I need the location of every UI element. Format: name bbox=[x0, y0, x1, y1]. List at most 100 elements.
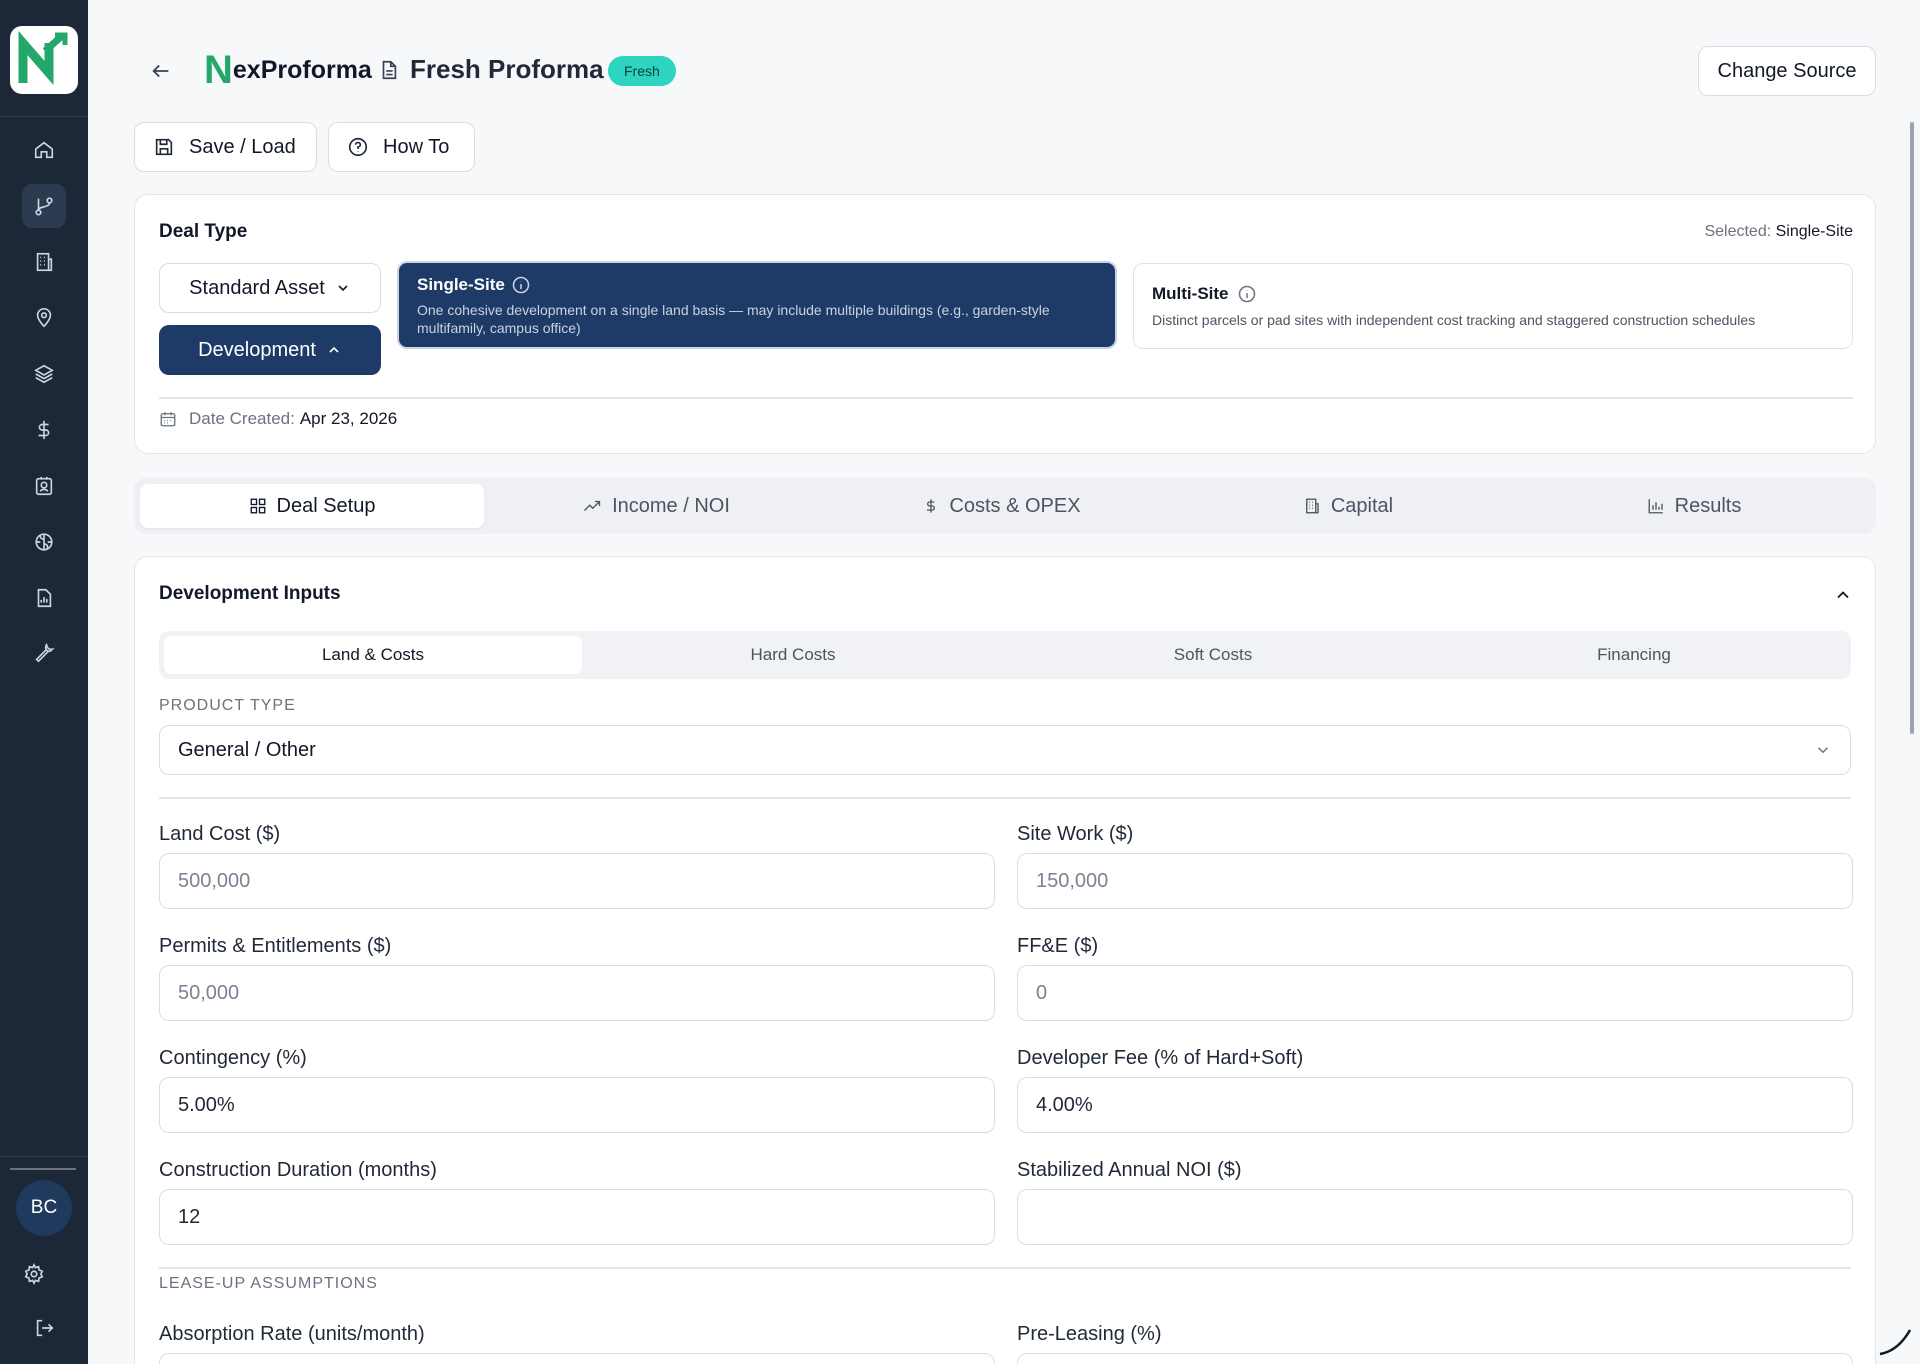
chevron-down-icon bbox=[338, 285, 348, 292]
product-type-label: PRODUCT TYPE bbox=[159, 697, 296, 714]
save-icon bbox=[155, 138, 173, 156]
bar-chart-icon bbox=[1648, 499, 1663, 514]
doc-title-text: Fresh Proforma bbox=[410, 54, 604, 84]
brain-icon[interactable] bbox=[22, 520, 66, 564]
trending-up-icon bbox=[584, 500, 601, 511]
scrollbar[interactable] bbox=[1910, 122, 1914, 734]
selected-indicator: Selected: Single-Site bbox=[1704, 223, 1853, 241]
deal-type-card: Deal Type Selected: Single-Site Standard… bbox=[134, 194, 1876, 454]
asset-type-dropdown[interactable]: Standard Asset bbox=[159, 263, 381, 313]
sidebar: BC bbox=[0, 0, 88, 1364]
multi-site-option[interactable]: Multi-Site Distinct parcels or pad sites… bbox=[1133, 263, 1853, 349]
avatar[interactable]: BC bbox=[16, 1180, 72, 1236]
single-site-option[interactable]: Single-Site One cohesive development on … bbox=[397, 261, 1117, 349]
date-created: Date Created: Apr 23, 2026 bbox=[159, 409, 397, 429]
arrow-left-icon bbox=[152, 64, 169, 78]
development-dropdown[interactable]: Development bbox=[159, 325, 381, 375]
git-branch-icon[interactable] bbox=[22, 184, 66, 228]
tab-label: Deal Setup bbox=[276, 494, 376, 517]
development-subtabs: Land & Costs Hard Costs Soft Costs Finan… bbox=[159, 631, 1851, 679]
subtab-hard-costs[interactable]: Hard Costs bbox=[584, 636, 1002, 674]
logo-icon bbox=[18, 31, 68, 86]
asset-type-label: Standard Asset bbox=[189, 276, 325, 299]
calendar-icon bbox=[160, 412, 176, 427]
help-circle-icon bbox=[348, 137, 368, 157]
tab-capital[interactable]: Capital bbox=[1176, 484, 1520, 528]
site-work-input[interactable]: 150,000 bbox=[1017, 853, 1853, 909]
building-icon bbox=[1305, 498, 1319, 514]
badge-icon[interactable] bbox=[22, 464, 66, 508]
change-source-button[interactable]: Change Source bbox=[1698, 46, 1876, 96]
development-label: Development bbox=[198, 338, 316, 361]
lease-up-label: LEASE-UP ASSUMPTIONS bbox=[159, 1275, 378, 1292]
gear-icon[interactable] bbox=[12, 1252, 56, 1296]
deal-type-title: Deal Type bbox=[159, 221, 248, 242]
document-title: Fresh Proforma bbox=[378, 54, 604, 85]
logout-icon[interactable] bbox=[22, 1306, 66, 1350]
subtab-land-costs[interactable]: Land & Costs bbox=[164, 636, 582, 674]
ffe-input[interactable]: 0 bbox=[1017, 965, 1853, 1021]
save-load-button[interactable]: Save / Load bbox=[134, 122, 317, 172]
file-icon bbox=[382, 60, 397, 79]
report-icon[interactable] bbox=[22, 576, 66, 620]
permits-input[interactable]: 50,000 bbox=[159, 965, 995, 1021]
product-type-value: General / Other bbox=[178, 738, 316, 761]
single-site-title: Single-Site bbox=[417, 275, 505, 294]
app-logo[interactable] bbox=[10, 26, 78, 94]
tab-results[interactable]: Results bbox=[1522, 484, 1866, 528]
building-icon[interactable] bbox=[22, 240, 66, 284]
developer-fee-label: Developer Fee (% of Hard+Soft) bbox=[1017, 1047, 1304, 1069]
tab-label: Results bbox=[1674, 494, 1742, 517]
construction-duration-label: Construction Duration (months) bbox=[159, 1159, 437, 1181]
info-icon[interactable] bbox=[1237, 284, 1257, 304]
single-site-description: One cohesive development on a single lan… bbox=[417, 302, 1050, 336]
stabilized-noi-input[interactable] bbox=[1017, 1189, 1853, 1245]
contingency-label: Contingency (%) bbox=[159, 1047, 307, 1069]
layers-icon[interactable] bbox=[22, 352, 66, 396]
date-label: Date Created: bbox=[189, 409, 295, 428]
selected-value: Single-Site bbox=[1775, 223, 1853, 240]
pre-leasing-input[interactable] bbox=[1017, 1353, 1853, 1364]
development-inputs-card: Development Inputs Land & Costs Hard Cos… bbox=[134, 556, 1876, 1364]
absorption-rate-input[interactable] bbox=[159, 1353, 995, 1364]
permits-label: Permits & Entitlements ($) bbox=[159, 935, 392, 957]
brand-n: N bbox=[204, 48, 233, 92]
brand-logo: N exProforma bbox=[204, 50, 372, 90]
wrench-icon[interactable] bbox=[22, 630, 66, 674]
developer-fee-input[interactable]: 4.00% bbox=[1017, 1077, 1853, 1133]
tab-label: Capital bbox=[1330, 494, 1394, 517]
tab-deal-setup[interactable]: Deal Setup bbox=[140, 484, 484, 528]
tab-income-noi[interactable]: Income / NOI bbox=[484, 484, 828, 528]
tab-label: Costs & OPEX bbox=[949, 494, 1081, 517]
back-button[interactable] bbox=[146, 56, 176, 86]
dollar-icon[interactable] bbox=[22, 408, 66, 452]
save-load-label: Save / Load bbox=[189, 135, 296, 158]
chevron-down-icon bbox=[1817, 747, 1829, 754]
date-value: Apr 23, 2026 bbox=[299, 409, 398, 428]
change-source-label: Change Source bbox=[1717, 59, 1857, 82]
selected-label: Selected: bbox=[1704, 223, 1772, 240]
site-work-label: Site Work ($) bbox=[1017, 823, 1134, 845]
ffe-label: FF&E ($) bbox=[1017, 935, 1099, 957]
construction-duration-input[interactable]: 12 bbox=[159, 1189, 995, 1245]
info-icon[interactable] bbox=[511, 275, 531, 295]
product-type-select[interactable]: General / Other bbox=[159, 725, 1851, 775]
contingency-input[interactable]: 5.00% bbox=[159, 1077, 995, 1133]
map-pin-icon[interactable] bbox=[22, 296, 66, 340]
how-to-label: How To bbox=[383, 135, 450, 158]
subtab-soft-costs[interactable]: Soft Costs bbox=[1004, 636, 1422, 674]
home-icon[interactable] bbox=[22, 128, 66, 172]
brand-name: exProforma bbox=[232, 55, 372, 84]
pre-leasing-label: Pre-Leasing (%) bbox=[1017, 1323, 1162, 1345]
absorption-rate-label: Absorption Rate (units/month) bbox=[159, 1323, 425, 1345]
resize-handle-icon[interactable] bbox=[1876, 1318, 1916, 1358]
land-cost-label: Land Cost ($) bbox=[159, 823, 281, 845]
stabilized-noi-label: Stabilized Annual NOI ($) bbox=[1017, 1159, 1242, 1181]
dollar-icon bbox=[927, 499, 936, 513]
tab-costs-opex[interactable]: Costs & OPEX bbox=[830, 484, 1174, 528]
how-to-button[interactable]: How To bbox=[328, 122, 475, 172]
subtab-financing[interactable]: Financing bbox=[1424, 636, 1844, 674]
chevron-up-icon bbox=[329, 346, 339, 353]
chevron-up-icon[interactable] bbox=[1833, 585, 1853, 605]
land-cost-input[interactable]: 500,000 bbox=[159, 853, 995, 909]
